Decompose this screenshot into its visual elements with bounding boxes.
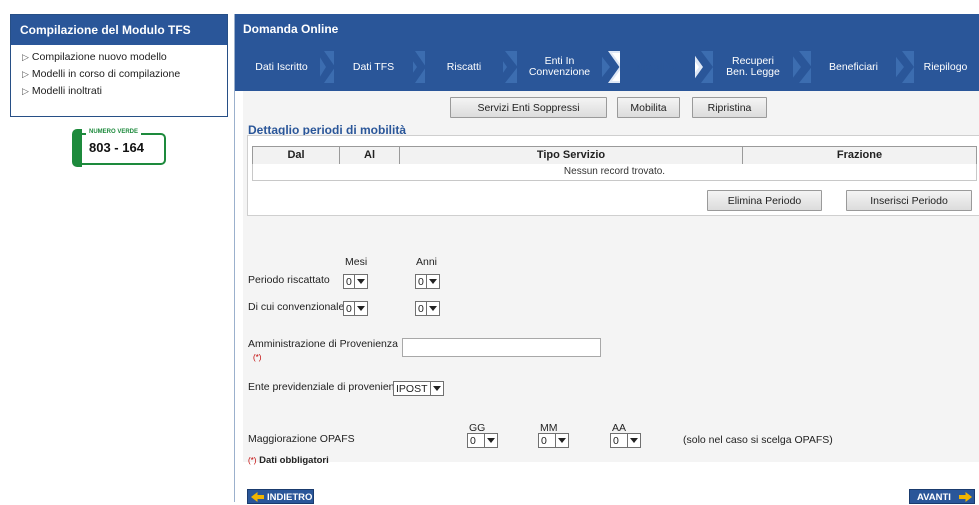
chevron-down-icon [430, 382, 443, 395]
triangle-right-icon: ▷ [22, 69, 29, 79]
mobilita-content: Servizi Enti Soppressi Mobilita Ripristi… [243, 91, 979, 466]
mesi-label: Mesi [345, 256, 368, 268]
step-riepilogo[interactable]: Riepilogo [914, 51, 977, 83]
convenzionale-label: Di cui convenzionale [248, 301, 345, 313]
amministrazione-input[interactable] [402, 338, 601, 357]
col-dal[interactable]: Dal [253, 147, 340, 164]
numero-verde-number: 803 - 164 [89, 140, 144, 155]
menu-item-modelli-inoltrati[interactable]: ▷ Modelli inoltrati [11, 83, 227, 100]
step-recuperi[interactable]: Recuperi Ben. Legge [713, 51, 793, 83]
periodo-anni-select[interactable]: 0 [415, 274, 440, 289]
step-dati-iscritto[interactable]: Dati Iscritto [243, 51, 320, 83]
domanda-panel: Domanda Online Dati Iscritto Dati TFS Ri… [234, 14, 979, 504]
col-al[interactable]: Al [340, 147, 400, 164]
opafs-gg-select[interactable]: 0 [467, 433, 498, 448]
step-mobilita[interactable]: Mobilita' [620, 51, 695, 83]
amministrazione-label: Amministrazione di Provenienza [248, 338, 398, 350]
ente-previdenziale-label: Ente previdenziale di provenienza [248, 381, 406, 393]
periodo-mesi-select[interactable]: 0 [343, 274, 368, 289]
grid-empty-message: Nessun record trovato. [252, 164, 977, 181]
left-menu-title: Compilazione del Modulo TFS [11, 15, 227, 45]
anni-label: Anni [416, 256, 438, 268]
inserisci-periodo-button[interactable]: Inserisci Periodo [846, 190, 972, 211]
step-enti-convenzione[interactable]: Enti In Convenzione [517, 51, 602, 83]
chevron-down-icon [354, 302, 367, 315]
periodi-grid: Dal Al Tipo Servizio Frazione Nessun rec… [247, 135, 979, 216]
opafs-aa-select[interactable]: 0 [610, 433, 641, 448]
opafs-mm-select[interactable]: 0 [538, 433, 569, 448]
chevron-down-icon [484, 434, 497, 447]
wizard-steps: Dati Iscritto Dati TFS Riscatti Enti In C… [235, 44, 979, 91]
menu-item-modelli-in-corso[interactable]: ▷ Modelli in corso di compilazione [11, 66, 227, 83]
mobilita-button[interactable]: Mobilita [617, 97, 680, 118]
chevron-down-icon [426, 302, 439, 315]
arrow-left-icon [251, 492, 264, 502]
periodo-riscattato-label: Periodo riscattato [248, 274, 330, 286]
required-mark: (*) [253, 353, 262, 362]
triangle-right-icon: ▷ [22, 52, 29, 62]
conv-mesi-select[interactable]: 0 [343, 301, 368, 316]
chevron-down-icon [555, 434, 568, 447]
left-menu-list: ▷ Compilazione nuovo modello ▷ Modelli in … [11, 45, 227, 100]
maggiorazione-opafs-label: Maggiorazione OPAFS [248, 433, 355, 445]
ripristina-button[interactable]: Ripristina [692, 97, 767, 118]
conv-anni-select[interactable]: 0 [415, 301, 440, 316]
servizi-enti-soppressi-button[interactable]: Servizi Enti Soppressi [450, 97, 607, 118]
step-riscatti[interactable]: Riscatti [425, 51, 503, 83]
numero-verde-label: NUMERO VERDE [86, 129, 142, 135]
arrow-right-icon [959, 492, 972, 502]
domanda-title: Domanda Online [235, 14, 979, 44]
triangle-right-icon: ▷ [22, 86, 29, 96]
numero-verde-badge: NUMERO VERDE 803 - 164 [72, 127, 166, 167]
grid-header: Dal Al Tipo Servizio Frazione [252, 146, 977, 165]
chevron-down-icon [627, 434, 640, 447]
dati-obbligatori-note: (*) Dati obbligatori [248, 455, 329, 466]
elimina-periodo-button[interactable]: Elimina Periodo [707, 190, 822, 211]
step-beneficiari[interactable]: Beneficiari [811, 51, 896, 83]
col-tipo-servizio[interactable]: Tipo Servizio [400, 147, 743, 164]
menu-item-nuovo-modello[interactable]: ▷ Compilazione nuovo modello [11, 49, 227, 66]
step-dati-tfs[interactable]: Dati TFS [334, 51, 413, 83]
ente-previdenziale-select[interactable]: IPOST [393, 381, 444, 396]
chevron-down-icon [426, 275, 439, 288]
chevron-down-icon [354, 275, 367, 288]
col-frazione[interactable]: Frazione [743, 147, 976, 164]
opafs-note: (solo nel caso si scelga OPAFS) [683, 434, 833, 446]
left-menu-panel: Compilazione del Modulo TFS ▷ Compilazion… [10, 14, 228, 117]
